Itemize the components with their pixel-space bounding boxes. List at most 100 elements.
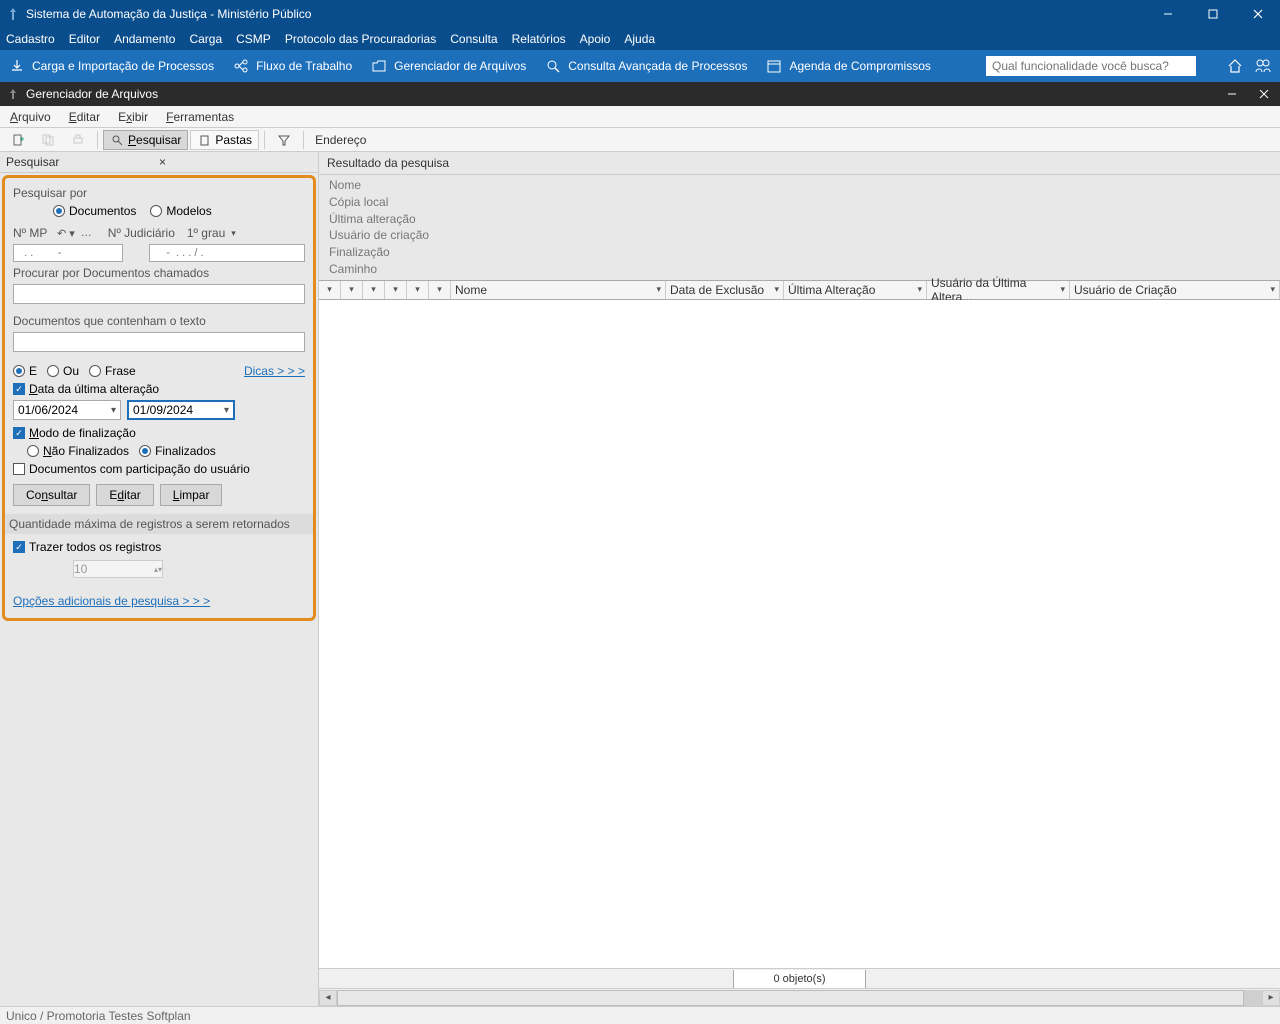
toolbar-consulta-label: Consulta Avançada de Processos — [568, 59, 747, 73]
col-h-2[interactable]: ▾ — [341, 281, 363, 299]
filter-icon — [277, 133, 291, 147]
undo-icon[interactable]: ↶ ▾ — [57, 227, 75, 240]
menu-relatorios[interactable]: Relatórios — [512, 32, 566, 46]
submenu-editar[interactable]: Editar — [69, 110, 100, 124]
search-panel-header: Pesquisar × — [0, 152, 318, 173]
main-toolbar: Carga e Importação de Processos Fluxo de… — [0, 50, 1280, 82]
submenu-exibir[interactable]: Exibir — [118, 110, 148, 124]
check-modo-final[interactable] — [13, 427, 25, 439]
check-participacao[interactable] — [13, 463, 25, 475]
chevron-down-icon: ▾ — [111, 405, 116, 416]
subwin-minimize-button[interactable] — [1216, 82, 1248, 106]
col-data-exclusao[interactable]: Data de Exclusão▾ — [666, 281, 784, 299]
app-logo-icon — [6, 7, 20, 21]
search-panel-wrap: Pesquisar × Pesquisar por Documentos Mod… — [0, 152, 318, 1006]
radio-icon — [150, 205, 162, 217]
radio-e[interactable]: E — [13, 364, 37, 378]
results-title: Resultado da pesquisa — [319, 152, 1280, 175]
limpar-button[interactable]: Limpar — [160, 484, 223, 506]
col-usuario-criacao[interactable]: Usuário de Criação▾ — [1070, 281, 1280, 299]
horizontal-scrollbar[interactable]: ◂ ▸ — [319, 988, 1280, 1006]
home-icon[interactable] — [1226, 57, 1244, 75]
app-title: Sistema de Automação da Justiça - Minist… — [26, 7, 1145, 21]
quantidade-header: Quantidade máxima de registros a serem r… — [5, 514, 313, 534]
print-button[interactable] — [64, 130, 92, 150]
consultar-button[interactable]: Consultar — [13, 484, 90, 506]
copy-button[interactable] — [34, 130, 62, 150]
page-plus-icon — [11, 133, 25, 147]
col-ultima-alteracao[interactable]: Última Alteração▾ — [784, 281, 927, 299]
toolbar-carga[interactable]: Carga e Importação de Processos — [8, 57, 214, 75]
filter-button[interactable] — [270, 130, 298, 150]
dicas-link[interactable]: Dicas > > > — [244, 364, 305, 378]
data-ultima-label: Data da última alteração — [29, 382, 159, 396]
col-usuario-alteracao[interactable]: Usuário da Última Altera...▾ — [927, 281, 1070, 299]
toolbar-agenda[interactable]: Agenda de Compromissos — [765, 57, 930, 75]
radio-documentos[interactable]: Documentos — [53, 204, 136, 218]
check-trazer-todos[interactable] — [13, 541, 25, 553]
col-nome[interactable]: Nome▾ — [451, 281, 666, 299]
menu-editor[interactable]: Editor — [69, 32, 100, 46]
main-menu: Cadastro Editor Andamento Carga CSMP Pro… — [0, 28, 1280, 50]
pastas-toggle[interactable]: Pastas — [190, 130, 259, 150]
menu-carga[interactable]: Carga — [189, 32, 222, 46]
submenu-arquivo[interactable]: Arquivo — [10, 110, 51, 124]
toolbar-fluxo[interactable]: Fluxo de Trabalho — [232, 57, 352, 75]
global-search-input[interactable] — [986, 56, 1196, 76]
radio-modelos[interactable]: Modelos — [150, 204, 211, 218]
scroll-thumb[interactable] — [337, 990, 1244, 1006]
col-h-5[interactable]: ▾ — [407, 281, 429, 299]
users-icon[interactable] — [1254, 57, 1272, 75]
radio-nao-final[interactable]: Não Finalizados — [27, 444, 129, 458]
col-h-4[interactable]: ▾ — [385, 281, 407, 299]
menu-csmp[interactable]: CSMP — [236, 32, 271, 46]
pesquisar-label: Pesquisar — [128, 133, 181, 147]
workflow-icon — [232, 57, 250, 75]
procurar-input[interactable] — [13, 284, 305, 304]
folder-small-icon — [197, 133, 211, 147]
search-panel-close-button[interactable]: × — [159, 155, 312, 169]
minimize-button[interactable] — [1145, 0, 1190, 28]
n-judiciario-input[interactable] — [149, 244, 305, 262]
date-from-input[interactable]: 01/06/2024▾ — [13, 400, 121, 420]
pesquisar-toggle[interactable]: Pesquisar — [103, 130, 188, 150]
close-button[interactable] — [1235, 0, 1280, 28]
calendar-icon — [765, 57, 783, 75]
toolbar-gerenciador-label: Gerenciador de Arquivos — [394, 59, 526, 73]
col-h-6[interactable]: ▾ — [429, 281, 451, 299]
radio-ou[interactable]: Ou — [47, 364, 79, 378]
contenham-input[interactable] — [13, 332, 305, 352]
col-h-3[interactable]: ▾ — [363, 281, 385, 299]
radio-frase[interactable]: Frase — [89, 364, 136, 378]
scroll-left-button[interactable]: ◂ — [319, 990, 337, 1006]
menu-consulta[interactable]: Consulta — [450, 32, 497, 46]
opcoes-adicionais-link[interactable]: Opções adicionais de pesquisa > > > — [13, 594, 210, 608]
subwin-close-button[interactable] — [1248, 82, 1280, 106]
date-to-input[interactable]: 01/09/2024▾ — [127, 400, 235, 420]
endereco-label: Endereço — [309, 133, 372, 147]
menu-apoio[interactable]: Apoio — [580, 32, 611, 46]
contenham-label: Documentos que contenham o texto — [13, 314, 305, 328]
toolbar-gerenciador[interactable]: Gerenciador de Arquivos — [370, 57, 526, 75]
menu-andamento[interactable]: Andamento — [114, 32, 175, 46]
toolbar-agenda-label: Agenda de Compromissos — [789, 59, 930, 73]
menu-cadastro[interactable]: Cadastro — [6, 32, 55, 46]
search-panel-title-text: Pesquisar — [6, 155, 159, 169]
menu-protocolo[interactable]: Protocolo das Procuradorias — [285, 32, 436, 46]
n-mp-input[interactable] — [13, 244, 123, 262]
pastas-label: Pastas — [215, 133, 252, 147]
col-h-1[interactable]: ▾ — [319, 281, 341, 299]
radio-final[interactable]: Finalizados — [139, 444, 216, 458]
chevron-down-icon[interactable]: ▾ — [231, 228, 236, 239]
chevron-down-icon: ▾ — [224, 405, 229, 416]
maximize-button[interactable] — [1190, 0, 1235, 28]
submenu-ferramentas[interactable]: Ferramentas — [166, 110, 234, 124]
check-data-ultima[interactable] — [13, 383, 25, 395]
results-area: Resultado da pesquisa Nome Cópia local Ú… — [318, 152, 1280, 1006]
subwindow-toolbar: Pesquisar Pastas Endereço — [0, 128, 1280, 152]
new-doc-button[interactable] — [4, 130, 32, 150]
toolbar-consulta[interactable]: Consulta Avançada de Processos — [544, 57, 747, 75]
editar-button[interactable]: Editar — [96, 484, 153, 506]
scroll-right-button[interactable]: ▸ — [1262, 990, 1280, 1006]
menu-ajuda[interactable]: Ajuda — [624, 32, 655, 46]
